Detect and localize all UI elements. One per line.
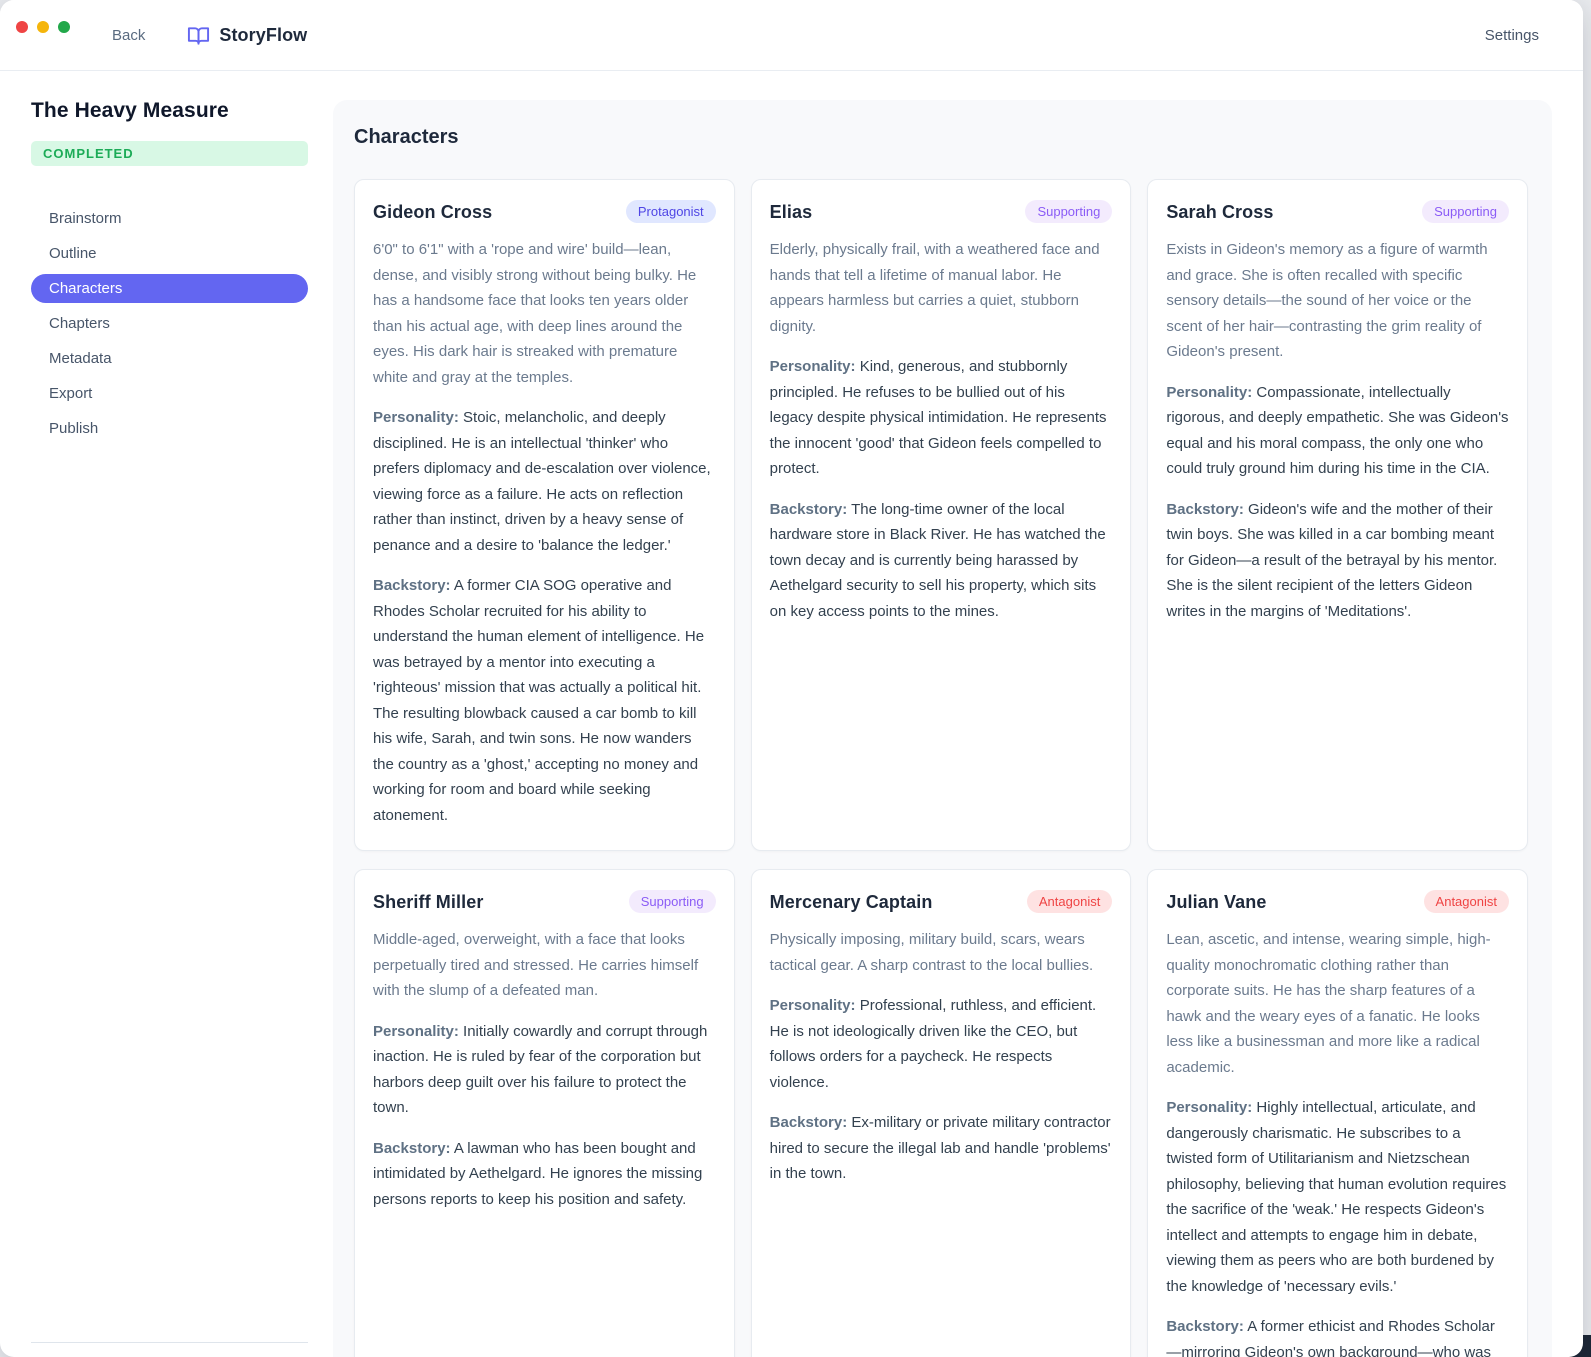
- character-card-elias[interactable]: Elias Supporting Elderly, physically fra…: [751, 179, 1132, 851]
- character-card-sarah-cross[interactable]: Sarah Cross Supporting Exists in Gideon'…: [1147, 179, 1528, 851]
- character-description: Middle-aged, overweight, with a face tha…: [373, 927, 716, 1004]
- character-backstory: Backstory: Ex-military or private milita…: [770, 1110, 1113, 1187]
- character-description: 6'0" to 6'1" with a 'rope and wire' buil…: [373, 237, 716, 390]
- backstory-label: Backstory:: [373, 577, 451, 594]
- character-description: Elderly, physically frail, with a weathe…: [770, 237, 1113, 339]
- character-personality: Personality: Professional, ruthless, and…: [770, 993, 1113, 1095]
- project-title: The Heavy Measure: [31, 99, 308, 123]
- character-description: Exists in Gideon's memory as a figure of…: [1166, 237, 1509, 365]
- character-personality: Personality: Stoic, melancholic, and dee…: [373, 405, 716, 558]
- personality-label: Personality:: [770, 997, 856, 1014]
- app-brand: StoryFlow: [187, 24, 307, 47]
- character-backstory: Backstory: A former CIA SOG operative an…: [373, 573, 716, 828]
- character-name: Sheriff Miller: [373, 890, 483, 913]
- character-name: Gideon Cross: [373, 200, 492, 223]
- minimize-window-button[interactable]: [37, 21, 49, 33]
- character-cards-grid: Gideon Cross Protagonist 6'0" to 6'1" wi…: [354, 179, 1528, 1357]
- sidebar: The Heavy Measure COMPLETED Brainstorm O…: [0, 71, 333, 1357]
- role-badge: Supporting: [629, 890, 716, 913]
- character-card-julian-vane[interactable]: Julian Vane Antagonist Lean, ascetic, an…: [1147, 869, 1528, 1357]
- sidebar-item-characters[interactable]: Characters: [31, 274, 308, 303]
- sidebar-item-export[interactable]: Export: [31, 379, 308, 408]
- sidebar-item-publish[interactable]: Publish: [31, 414, 308, 443]
- page-title: Characters: [354, 126, 1528, 149]
- top-bar: Back StoryFlow Settings: [0, 0, 1583, 71]
- characters-panel: Characters Gideon Cross Protagonist 6'0"…: [333, 100, 1552, 1357]
- character-backstory: Backstory: A lawman who has been bought …: [373, 1136, 716, 1213]
- role-badge: Protagonist: [626, 200, 716, 223]
- sidebar-item-brainstorm[interactable]: Brainstorm: [31, 204, 308, 233]
- character-personality: Personality: Kind, generous, and stubbor…: [770, 354, 1113, 482]
- backstory-label: Backstory:: [1166, 1318, 1244, 1335]
- settings-button[interactable]: Settings: [1485, 27, 1539, 44]
- character-backstory: Backstory: Gideon's wife and the mother …: [1166, 497, 1509, 625]
- backstory-label: Backstory:: [770, 1114, 848, 1131]
- character-name: Elias: [770, 200, 813, 223]
- character-personality: Personality: Highly intellectual, articu…: [1166, 1095, 1509, 1299]
- sidebar-divider: [31, 1342, 308, 1343]
- role-badge: Supporting: [1422, 200, 1509, 223]
- character-backstory: Backstory: A former ethicist and Rhodes …: [1166, 1314, 1509, 1357]
- role-badge: Supporting: [1025, 200, 1112, 223]
- back-button[interactable]: Back: [112, 27, 145, 44]
- sidebar-item-metadata[interactable]: Metadata: [31, 344, 308, 373]
- character-card-mercenary-captain[interactable]: Mercenary Captain Antagonist Physically …: [751, 869, 1132, 1357]
- character-card-sheriff-miller[interactable]: Sheriff Miller Supporting Middle-aged, o…: [354, 869, 735, 1357]
- character-backstory: Backstory: The long-time owner of the lo…: [770, 497, 1113, 625]
- sidebar-nav: Brainstorm Outline Characters Chapters M…: [31, 204, 308, 443]
- window-controls: [16, 21, 70, 33]
- backstory-label: Backstory:: [1166, 501, 1244, 518]
- character-name: Julian Vane: [1166, 890, 1266, 913]
- character-name: Mercenary Captain: [770, 890, 933, 913]
- app-title: StoryFlow: [219, 25, 307, 46]
- personality-label: Personality:: [770, 358, 856, 375]
- character-name: Sarah Cross: [1166, 200, 1273, 223]
- backstory-label: Backstory:: [770, 501, 848, 518]
- close-window-button[interactable]: [16, 21, 28, 33]
- character-personality: Personality: Compassionate, intellectual…: [1166, 380, 1509, 482]
- personality-label: Personality:: [373, 1023, 459, 1040]
- sidebar-item-outline[interactable]: Outline: [31, 239, 308, 268]
- role-badge: Antagonist: [1027, 890, 1112, 913]
- zoom-window-button[interactable]: [58, 21, 70, 33]
- personality-label: Personality:: [1166, 384, 1252, 401]
- character-description: Physically imposing, military build, sca…: [770, 927, 1113, 978]
- project-status-badge: COMPLETED: [31, 141, 308, 166]
- sidebar-item-chapters[interactable]: Chapters: [31, 309, 308, 338]
- open-book-icon: [187, 24, 210, 47]
- app-window: Back StoryFlow Settings The Heavy Measur…: [0, 0, 1583, 1357]
- personality-label: Personality:: [373, 409, 459, 426]
- backstory-label: Backstory:: [373, 1140, 451, 1157]
- role-badge: Antagonist: [1424, 890, 1509, 913]
- personality-label: Personality:: [1166, 1099, 1252, 1116]
- character-card-gideon-cross[interactable]: Gideon Cross Protagonist 6'0" to 6'1" wi…: [354, 179, 735, 851]
- character-description: Lean, ascetic, and intense, wearing simp…: [1166, 927, 1509, 1080]
- character-personality: Personality: Initially cowardly and corr…: [373, 1019, 716, 1121]
